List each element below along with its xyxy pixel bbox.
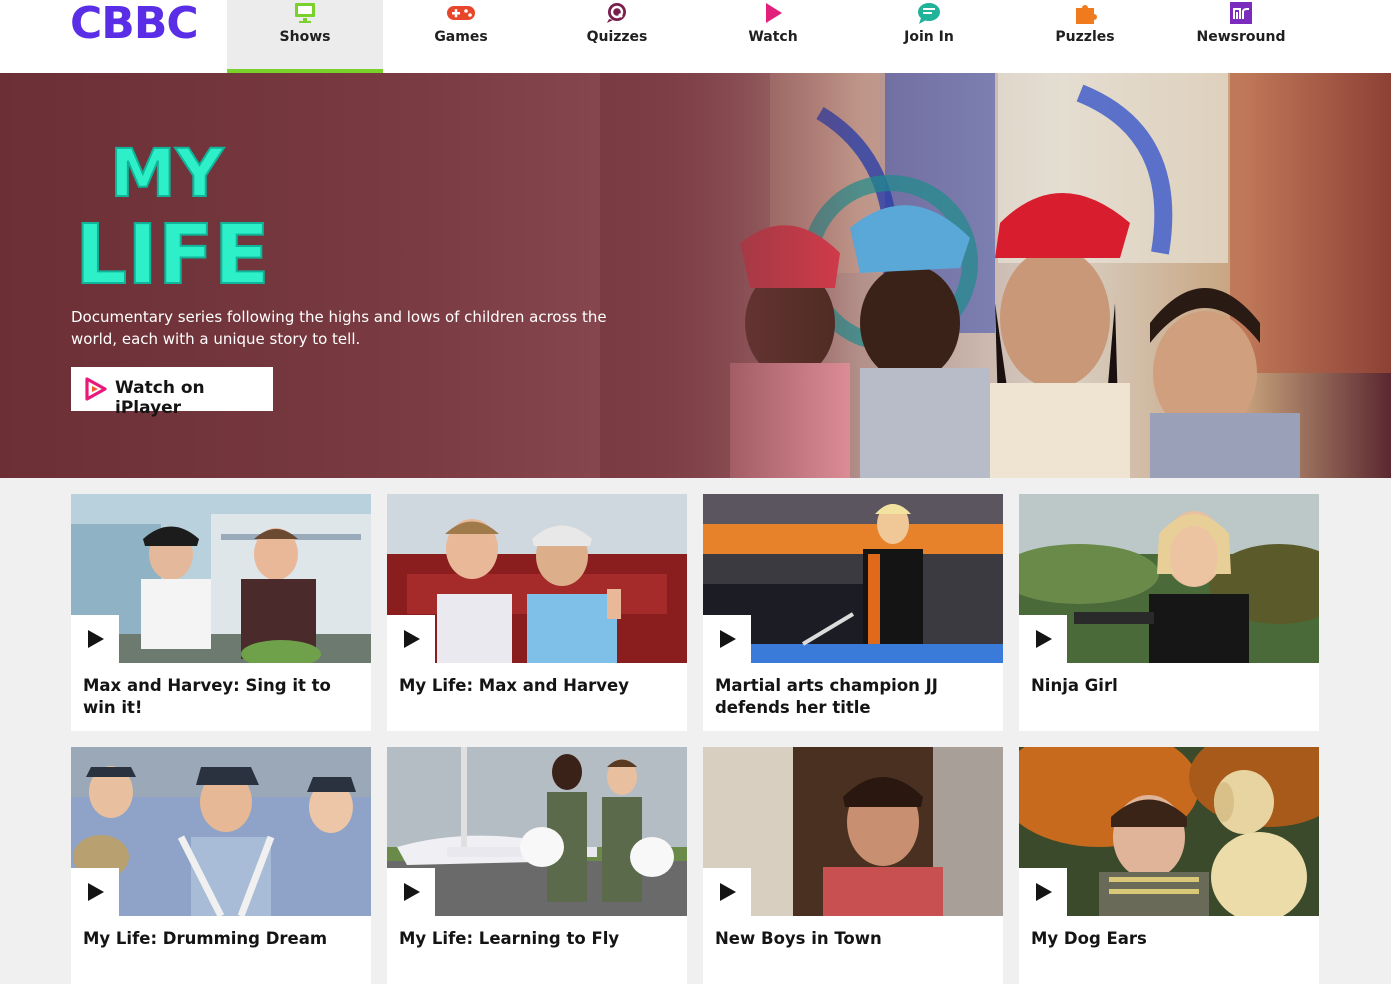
nav-label-newsround: Newsround (1196, 29, 1286, 45)
svg-text:MY: MY (110, 141, 225, 212)
episode-thumbnail (703, 747, 1003, 916)
cbbc-logo[interactable]: CBBC (70, 2, 199, 46)
episode-card[interactable]: My Life: Max and Harvey (387, 494, 687, 731)
chat-icon (918, 3, 940, 24)
play-icon (766, 3, 782, 23)
play-button[interactable] (1019, 615, 1067, 663)
episode-thumbnail (71, 747, 371, 916)
episode-card[interactable]: Max and Harvey: Sing it to win it! (71, 494, 371, 731)
play-icon (88, 883, 104, 901)
hero-fade (600, 73, 860, 478)
nav-item-quizzes[interactable]: Quizzes (539, 0, 695, 73)
play-button[interactable] (71, 615, 119, 663)
watch-on-iplayer-button[interactable]: Watch on iPlayer (71, 367, 273, 418)
hero-description: Documentary series following the highs a… (71, 308, 607, 348)
episode-card[interactable]: My Dog Ears (1019, 747, 1319, 984)
nav-item-join-in[interactable]: Join In (851, 0, 1007, 73)
episode-card[interactable]: Martial arts champion JJ defends her tit… (703, 494, 1003, 731)
episode-title[interactable]: My Life: Max and Harvey (399, 675, 675, 697)
episode-card[interactable]: My Life: Learning to Fly (387, 747, 687, 984)
episode-title[interactable]: My Dog Ears (1031, 928, 1307, 950)
iplayer-icon (85, 377, 107, 401)
play-button[interactable] (71, 868, 119, 916)
play-icon (88, 630, 104, 648)
puzzle-icon (1076, 5, 1097, 24)
play-icon (404, 883, 420, 901)
episode-card[interactable]: New Boys in Town (703, 747, 1003, 984)
play-icon (1036, 630, 1052, 648)
my-life-logo: MY LIFE (74, 141, 271, 291)
newsround-icon (1230, 2, 1252, 24)
episode-title[interactable]: My Life: Drumming Dream (83, 928, 359, 950)
top-nav: CBBC Shows Games Quizzes Watch Join In P… (0, 0, 1391, 73)
nav-label-quizzes: Quizzes (586, 29, 648, 45)
play-button[interactable] (387, 615, 435, 663)
episode-thumbnail (387, 747, 687, 916)
tv-icon (295, 3, 315, 23)
play-button[interactable] (703, 868, 751, 916)
play-button[interactable] (703, 615, 751, 663)
iplayer-button-label: Watch on iPlayer (115, 378, 205, 418)
nav-item-shows[interactable]: Shows (227, 0, 383, 73)
episode-card[interactable]: Ninja Girl (1019, 494, 1319, 731)
nav-label-shows: Shows (279, 29, 331, 45)
hero-banner: MY LIFE Documentary series following the… (0, 73, 1391, 478)
episode-thumbnail (387, 494, 687, 663)
play-icon (1036, 883, 1052, 901)
play-button[interactable] (1019, 868, 1067, 916)
episode-title[interactable]: Martial arts champion JJ defends her tit… (715, 675, 991, 719)
play-icon (720, 883, 736, 901)
nav-label-watch: Watch (748, 29, 798, 45)
play-icon (404, 630, 420, 648)
nav-item-games[interactable]: Games (383, 0, 539, 73)
nav-item-watch[interactable]: Watch (695, 0, 851, 73)
nav-item-puzzles[interactable]: Puzzles (1007, 0, 1163, 73)
nav-label-puzzles: Puzzles (1055, 29, 1115, 45)
quiz-icon (607, 3, 626, 23)
play-icon (720, 630, 736, 648)
episode-title[interactable]: Ninja Girl (1031, 675, 1307, 697)
nav-label-join-in: Join In (904, 29, 954, 45)
episode-title[interactable]: New Boys in Town (715, 928, 991, 950)
svg-text:LIFE: LIFE (75, 208, 270, 291)
play-button[interactable] (387, 868, 435, 916)
episode-thumbnail (1019, 494, 1319, 663)
episode-title[interactable]: My Life: Learning to Fly (399, 928, 675, 950)
episode-thumbnail (71, 494, 371, 663)
episode-card[interactable]: My Life: Drumming Dream (71, 747, 371, 984)
episode-thumbnail (703, 494, 1003, 663)
episode-thumbnail (1019, 747, 1319, 916)
episode-title[interactable]: Max and Harvey: Sing it to win it! (83, 675, 359, 719)
gamepad-icon (447, 6, 475, 20)
nav-item-newsround[interactable]: Newsround (1163, 0, 1319, 73)
nav-label-games: Games (434, 29, 488, 45)
